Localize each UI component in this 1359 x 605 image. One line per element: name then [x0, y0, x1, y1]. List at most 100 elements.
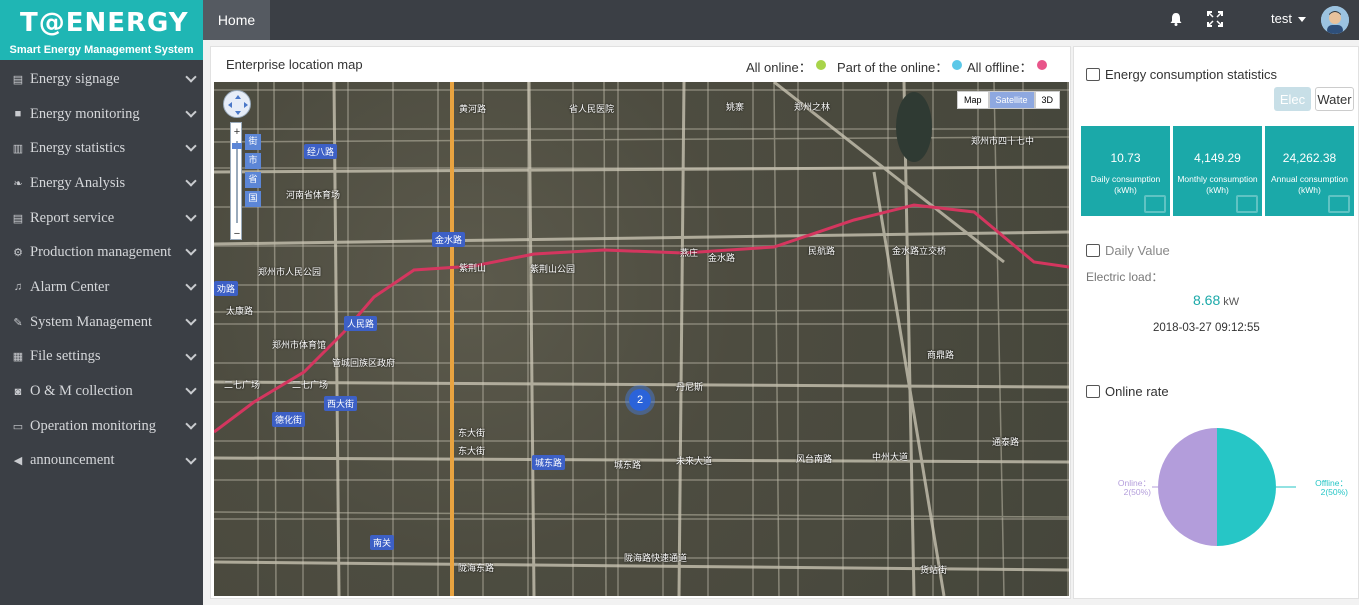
energy-consumption-header: Energy consumption statistics	[1086, 67, 1277, 82]
map-label: 河南省体育场	[286, 191, 341, 201]
sidebar-item-label: Operation monitoring	[30, 417, 157, 434]
bell-icon[interactable]	[1168, 11, 1184, 27]
legend-part-online: Part of the online：	[837, 57, 963, 76]
offline-dot-icon	[1036, 59, 1047, 70]
logo-block: T@ENERGY Smart Energy Management System	[0, 0, 203, 60]
legend-label: Part of the online：	[837, 60, 949, 75]
statistics-panel: Energy consumption statistics Elec Water…	[1073, 46, 1359, 599]
pie-label-value: 2(50%)	[1320, 487, 1348, 497]
zoom-slider[interactable]: + −	[230, 122, 242, 240]
map-label: 未来大道	[676, 457, 713, 467]
chevron-down-icon	[185, 418, 197, 430]
sidebar-item-file-settings[interactable]: ▦ File settings	[0, 340, 203, 375]
camera-icon: ◙	[14, 385, 22, 398]
map-label: 通泰路	[992, 438, 1020, 448]
zoom-country-button[interactable]: 国	[245, 191, 261, 207]
map-label: 丹尼斯	[676, 383, 704, 393]
map-type-satellite-button[interactable]: Satellite	[988, 91, 1035, 109]
legend-label: All offline：	[967, 60, 1033, 75]
map-label: 郑州市体育馆	[272, 341, 327, 351]
map-label: 郑州市四十七中	[971, 137, 1035, 147]
zoom-province-button[interactable]: 省	[245, 172, 261, 188]
map-title: Enterprise location map	[226, 57, 363, 72]
sidebar-item-label: Energy Analysis	[30, 174, 126, 191]
chevron-down-icon	[185, 106, 197, 118]
calendar-icon	[1086, 244, 1100, 257]
chart-bg-icon	[1144, 195, 1166, 213]
monitor-icon: ▭	[12, 420, 24, 433]
sidebar-item-production-management[interactable]: ⚙ Production management	[0, 235, 203, 270]
caret-down-icon[interactable]	[1298, 17, 1306, 22]
pie-slice-online[interactable]	[1158, 428, 1217, 546]
signage-icon: ▤	[12, 73, 24, 86]
daily-value-header: Daily Value	[1086, 243, 1170, 258]
chart-bg-icon	[1328, 195, 1350, 213]
map-label: 民航路	[808, 247, 836, 257]
map-label: 二七广场	[224, 381, 261, 391]
stat-label: Daily consumption (kWh)	[1081, 174, 1170, 196]
map-label: 紫荆山公园	[530, 265, 576, 275]
legend-all-offline: All offline：	[967, 57, 1047, 76]
elec-toggle-button[interactable]: Elec	[1274, 87, 1311, 111]
user-avatar-icon	[1321, 6, 1349, 34]
sidebar-item-announcement[interactable]: ◀ announcement	[0, 444, 203, 479]
monthly-consumption-card: 4,149.29 Monthly consumption (kWh)	[1173, 126, 1262, 216]
svg-text:+: +	[234, 126, 240, 138]
app-logo: T@ENERGY	[20, 8, 189, 38]
section-title: Online rate	[1105, 384, 1169, 399]
satellite-map[interactable]: 经八路 金水路 人民路 西大街 德化街 城东路 南关 劝路 黄河路 省人民医院 …	[214, 82, 1069, 596]
chevron-down-icon	[185, 348, 197, 361]
sidebar-item-alarm-center[interactable]: ♫ Alarm Center	[0, 270, 203, 305]
map-type-map-button[interactable]: Map	[957, 91, 989, 109]
map-label: 风台南路	[796, 455, 833, 465]
sidebar-item-om-collection[interactable]: ◙ O & M collection	[0, 374, 203, 409]
section-title: Energy consumption statistics	[1105, 67, 1277, 82]
enterprise-cluster-marker[interactable]: 2	[629, 389, 651, 411]
app-subtitle: Smart Energy Management System	[9, 44, 194, 56]
map-type-switcher: Map Satellite 3D	[957, 91, 1061, 109]
road-tag: 德化街	[272, 412, 306, 427]
sidebar-item-energy-monitoring[interactable]: ■ Energy monitoring	[0, 97, 203, 132]
sidebar-item-label: Energy signage	[30, 70, 120, 87]
road-tag: 南关	[370, 535, 395, 550]
map-label: 太康路	[226, 307, 254, 317]
stat-value: 10.73	[1110, 151, 1141, 165]
map-roads	[214, 82, 1069, 596]
wrench-icon: ✎	[13, 316, 23, 329]
road-tag: 西大街	[324, 396, 358, 411]
zoom-street-button[interactable]: 街	[245, 134, 261, 150]
zoom-city-button[interactable]: 市	[245, 153, 261, 169]
fullscreen-icon[interactable]	[1207, 11, 1223, 27]
stat-value: 4,149.29	[1194, 151, 1241, 165]
camera-icon: ■	[14, 108, 22, 121]
stat-label-line: Daily consumption	[1090, 174, 1161, 184]
sidebar-item-system-management[interactable]: ✎ System Management	[0, 305, 203, 340]
legend-label: All online：	[746, 60, 812, 75]
user-menu[interactable]: test	[1271, 11, 1292, 26]
map-label: 姚寨	[726, 103, 745, 113]
pie-slice-offline[interactable]	[1217, 428, 1276, 546]
map-label: 二七广场	[292, 381, 329, 391]
tab-home[interactable]: Home	[203, 0, 270, 40]
map-pan-control[interactable]	[223, 90, 251, 118]
map-label: 陇海路快速通道	[624, 554, 688, 564]
sidebar-item-operation-monitoring[interactable]: ▭ Operation monitoring	[0, 409, 203, 444]
road-tag: 劝路	[214, 281, 239, 296]
sidebar-item-energy-analysis[interactable]: ❧ Energy Analysis	[0, 166, 203, 201]
sidebar-item-report-service[interactable]: ▤ Report service	[0, 201, 203, 236]
map-label: 黄河路	[459, 105, 487, 115]
section-title: Daily Value	[1105, 243, 1170, 258]
avatar[interactable]	[1321, 6, 1349, 34]
sidebar-item-energy-signage[interactable]: ▤ Energy signage	[0, 62, 203, 97]
megaphone-icon: ◀	[13, 455, 23, 468]
load-unit: kW	[1223, 296, 1240, 308]
legend-all-online: All online：	[746, 57, 826, 76]
zoom-scale-icon: + −	[232, 126, 242, 240]
map-label: 紫荆山	[459, 264, 487, 274]
calendar-icon	[1086, 385, 1100, 398]
sidebar-item-label: Alarm Center	[30, 278, 110, 295]
map-type-3d-button[interactable]: 3D	[1034, 91, 1061, 109]
water-toggle-button[interactable]: Water	[1315, 87, 1354, 111]
sidebar-item-energy-statistics[interactable]: ▥ Energy statistics	[0, 131, 203, 166]
pie-label-value: 2(50%)	[1123, 487, 1151, 497]
